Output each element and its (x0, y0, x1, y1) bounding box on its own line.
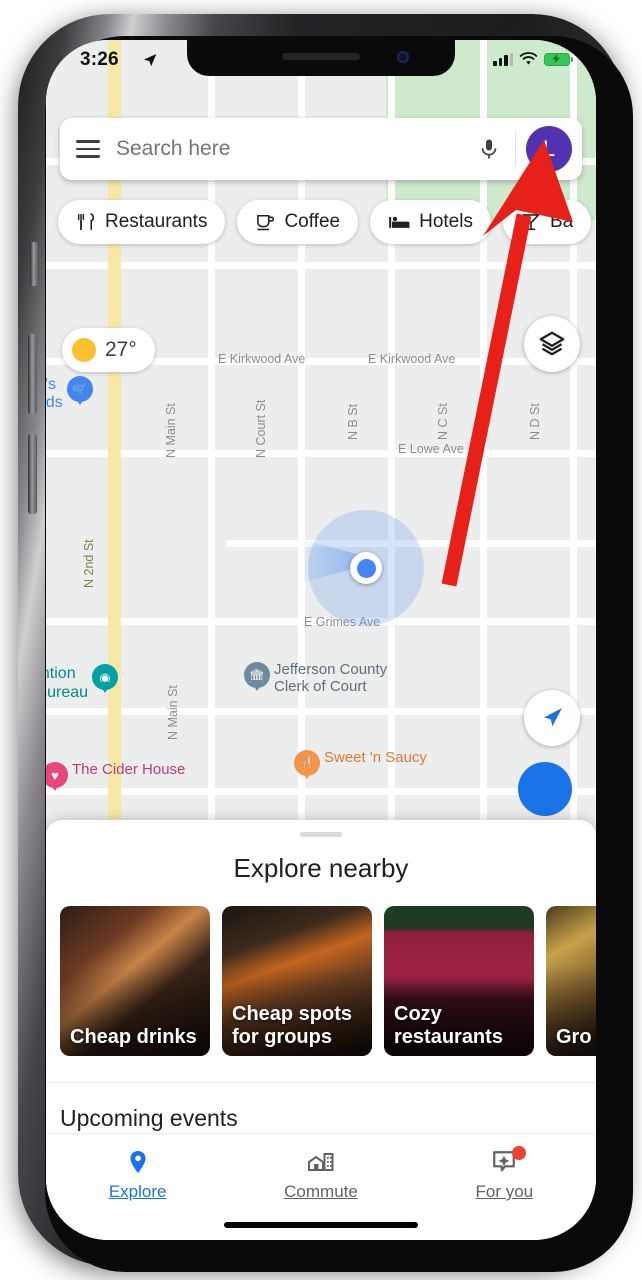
nav-label: For you (475, 1182, 534, 1201)
chip-label: Ba (549, 211, 574, 232)
poi-marker[interactable]: vention s Bureau ◉ (46, 660, 119, 702)
poi-marker[interactable]: ♥ The Cider House (46, 758, 185, 792)
road-label: N 2nd St (82, 539, 96, 588)
poi-label: Jefferson County Clerk of Court (274, 661, 388, 696)
grocery-cart-icon: 🛒 (66, 372, 93, 406)
notification-badge (512, 1146, 527, 1160)
road-line (46, 262, 596, 269)
page-title: Explore nearby (233, 853, 409, 883)
home-indicator[interactable] (224, 1222, 418, 1228)
poi-marker[interactable]: 🏛 Jefferson County Clerk of Court (244, 658, 387, 696)
display-notch (187, 40, 455, 76)
chip-label: Restaurants (105, 211, 208, 232)
nav-label: Explore (108, 1182, 167, 1201)
road-line (46, 708, 596, 715)
fork-knife-icon (77, 213, 95, 230)
camera-icon: ◉ (92, 660, 119, 694)
buildings-icon (307, 1153, 334, 1171)
layers-button[interactable] (524, 316, 580, 372)
bed-icon (389, 216, 410, 228)
explore-card[interactable]: Cozy restaurants (384, 906, 534, 1056)
earpiece-speaker (282, 53, 360, 60)
sun-icon (72, 338, 96, 362)
chip-label: Hotels (419, 211, 473, 232)
road-label: N D St (528, 403, 542, 440)
volume-down-button[interactable] (28, 434, 37, 514)
explore-card[interactable]: Cheap drinks (60, 906, 210, 1056)
road-line (46, 450, 596, 457)
phone-screen: E Kirkwood Ave E Kirkwood Ave E Lowe Ave… (46, 40, 596, 1240)
road-label: E Kirkwood Ave (218, 352, 306, 366)
poi-label: vention s Bureau (46, 665, 89, 702)
chip-label: Coffee (284, 211, 341, 232)
avatar: L (526, 126, 572, 172)
volume-up-button[interactable] (28, 334, 37, 414)
navigation-arrow-icon (544, 708, 562, 727)
poi-label: dy's oods (46, 376, 63, 411)
nav-item-for-you[interactable]: For you (413, 1146, 596, 1202)
poi-label: The Cider House (72, 761, 186, 778)
coffee-cup-icon (257, 214, 275, 231)
explore-cards-row[interactable]: Cheap drinks Cheap spots for groups Cozy… (46, 906, 596, 1056)
microphone-button[interactable] (463, 137, 515, 161)
chip-coffee[interactable]: Coffee (237, 200, 359, 244)
microphone-icon (481, 139, 497, 159)
nav-item-explore[interactable]: Explore (46, 1149, 229, 1202)
poi-label: Sweet 'n Saucy (324, 749, 427, 766)
category-chips-row[interactable]: Restaurants Coffee Hotels Ba (58, 198, 596, 246)
card-label: Cozy restaurants (394, 1003, 503, 1048)
directions-fab[interactable] (518, 762, 572, 816)
current-location-dot (350, 552, 382, 584)
poi-marker[interactable]: dy's oods 🛒 (46, 372, 93, 411)
chip-hotels[interactable]: Hotels (370, 200, 491, 244)
account-avatar-button[interactable]: L (516, 126, 582, 172)
section-title-upcoming-events: Upcoming events (60, 1105, 238, 1131)
road-label: E Lowe Ave (398, 442, 464, 456)
weather-chip[interactable]: 27° (62, 328, 155, 372)
card-label: Cheap drinks (70, 1025, 197, 1048)
explore-card[interactable]: Gro frien dini (546, 906, 596, 1056)
silent-switch[interactable] (30, 242, 38, 286)
sheet-drag-handle[interactable] (300, 832, 342, 837)
road-label: N Court St (254, 399, 268, 458)
front-camera (397, 51, 409, 63)
section-divider (46, 1082, 596, 1083)
restaurant-icon: 🍴 (294, 746, 320, 780)
map-pin-icon (130, 1150, 146, 1174)
nav-item-commute[interactable]: Commute (229, 1149, 412, 1202)
weather-temperature: 27° (105, 338, 137, 361)
chip-restaurants[interactable]: Restaurants (58, 200, 226, 244)
road-label: N Main St (164, 403, 178, 458)
road-label: E Kirkwood Ave (368, 352, 456, 366)
civic-building-icon: 🏛 (244, 658, 270, 692)
heart-icon: ♥ (46, 758, 68, 792)
recenter-location-button[interactable] (524, 690, 580, 746)
layers-icon (539, 331, 565, 356)
explore-card[interactable]: Cheap spots for groups (222, 906, 372, 1056)
card-label: Gro frien dini (556, 1025, 596, 1048)
card-label: Cheap spots for groups (232, 1003, 353, 1048)
road-label: N Main St (166, 685, 180, 740)
road-label: N C St (436, 403, 450, 440)
chip-bars[interactable]: Ba (502, 200, 592, 244)
cocktail-glass-icon (522, 214, 540, 231)
road-label: N B St (346, 403, 360, 440)
nav-label: Commute (284, 1182, 358, 1201)
hamburger-menu-icon[interactable] (60, 140, 116, 158)
search-bar[interactable]: L (60, 118, 582, 180)
search-input[interactable] (116, 137, 463, 161)
poi-marker[interactable]: 🍴 Sweet 'n Saucy (294, 746, 427, 780)
